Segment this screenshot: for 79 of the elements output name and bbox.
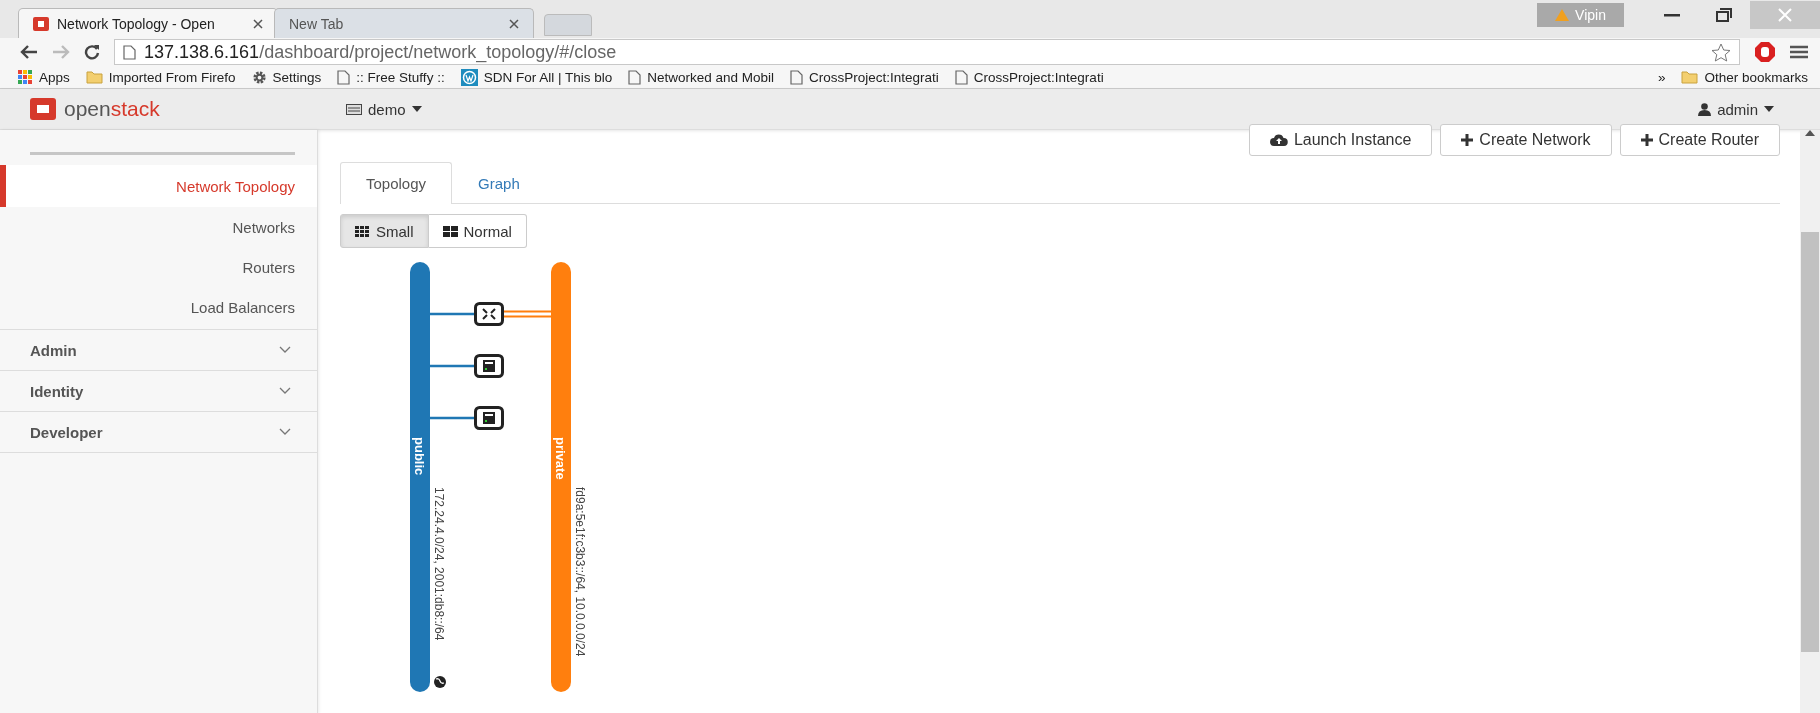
bookmark[interactable]: Networked and Mobil [628, 69, 774, 85]
folder-icon [85, 70, 103, 84]
user-dropdown[interactable]: admin [1692, 99, 1780, 119]
logo-text: openstack [64, 97, 160, 121]
tab[interactable]: Topology [340, 162, 453, 204]
router-icon[interactable] [474, 302, 504, 326]
star-icon[interactable] [1711, 42, 1731, 62]
close-tab-icon[interactable] [253, 18, 263, 29]
bookmark[interactable]: :: Free Stuffy :: [337, 69, 445, 85]
logo-icon [30, 98, 56, 120]
close-tab-icon[interactable] [509, 18, 519, 29]
page-icon [790, 69, 803, 85]
chevron-icon [279, 428, 291, 436]
link-line [430, 416, 474, 420]
sidebar-item[interactable]: Networks [0, 207, 317, 247]
page-icon [123, 44, 136, 60]
favicon-icon [33, 16, 49, 31]
link-line [503, 310, 552, 318]
view-toggle-button[interactable]: Small [340, 214, 429, 248]
plus-icon [1461, 134, 1474, 146]
project-dropdown[interactable]: demo [340, 99, 428, 119]
plus-icon [1640, 134, 1653, 146]
minimize-icon [1664, 13, 1680, 17]
link-line [430, 364, 474, 368]
network-name: public [412, 437, 427, 476]
action-button[interactable]: Launch Instance [1248, 124, 1433, 156]
sidebar-item[interactable]: Routers [0, 247, 317, 287]
server-icon[interactable] [474, 406, 504, 430]
link-line [430, 312, 474, 316]
chevron-icon [279, 346, 291, 354]
chevron-icon [279, 387, 291, 395]
view-toggle-button[interactable]: Normal [428, 214, 527, 248]
other-bookmarks[interactable]: Other bookmarks [1681, 69, 1808, 85]
small-grid-icon [355, 225, 370, 237]
bookmark[interactable]: Settings [251, 69, 322, 85]
sidebar-item[interactable]: Network Topology [0, 165, 317, 207]
bookmark[interactable]: CrossProject:Integrati [954, 69, 1104, 85]
bookmark[interactable]: CrossProject:Integrati [790, 69, 939, 85]
folder-icon [1681, 70, 1699, 84]
back-icon[interactable] [20, 45, 38, 59]
network-name: private [553, 437, 568, 480]
page-icon [337, 69, 351, 85]
settings-icon [251, 69, 267, 85]
reload-icon[interactable] [84, 44, 100, 60]
caret-icon [1764, 106, 1774, 112]
sidebar-section[interactable]: Admin [0, 329, 317, 370]
cloud-upload-icon [1269, 134, 1288, 146]
bookmark[interactable]: Imported From Firefo [85, 69, 236, 85]
tab-title: Network Topology - Open [57, 15, 216, 32]
stop-hand-icon[interactable] [1754, 41, 1776, 63]
more-bookmarks[interactable]: » [1657, 69, 1666, 85]
restore-icon [1716, 8, 1732, 22]
subnet-label: 172.24.4.0/24, 2001:db8::/64 [432, 487, 446, 641]
apps-grid-icon [18, 69, 33, 85]
page-icon [628, 69, 642, 85]
project-icon [346, 103, 362, 115]
bookmark[interactable]: SDN For All | This blo [460, 68, 613, 86]
user-icon [1698, 102, 1712, 116]
menu-icon[interactable] [1790, 45, 1808, 59]
tab-title: New Tab [289, 15, 345, 32]
network-bar[interactable] [410, 262, 430, 692]
action-button[interactable]: Create Router [1619, 124, 1780, 156]
page-icon [954, 69, 968, 85]
address-bar[interactable]: 137.138.6.161/dashboard/project/network_topology/#/close [114, 39, 1740, 65]
bookmark[interactable]: Apps [18, 69, 70, 85]
browser-tab[interactable]: New Tab [274, 8, 534, 38]
subnet-label: fd9a:5e1f:c3b3::/64, 10.0.0.0/24 [573, 487, 587, 657]
caret-icon [411, 106, 422, 112]
action-button[interactable]: Create Network [1440, 124, 1612, 156]
warning-icon [1555, 9, 1570, 21]
sidebar-item[interactable]: Load Balancers [0, 287, 317, 327]
scrollbar[interactable] [1800, 130, 1820, 713]
close-icon [1778, 8, 1792, 22]
url-text: 137.138.6.161/dashboard/project/network_topology/#/close [144, 41, 617, 63]
tab[interactable]: Graph [452, 162, 546, 204]
sidebar-section[interactable]: Developer [0, 411, 317, 452]
server-icon[interactable] [474, 354, 504, 378]
large-grid-icon [442, 225, 458, 237]
sidebar-section[interactable]: Identity [0, 370, 317, 411]
